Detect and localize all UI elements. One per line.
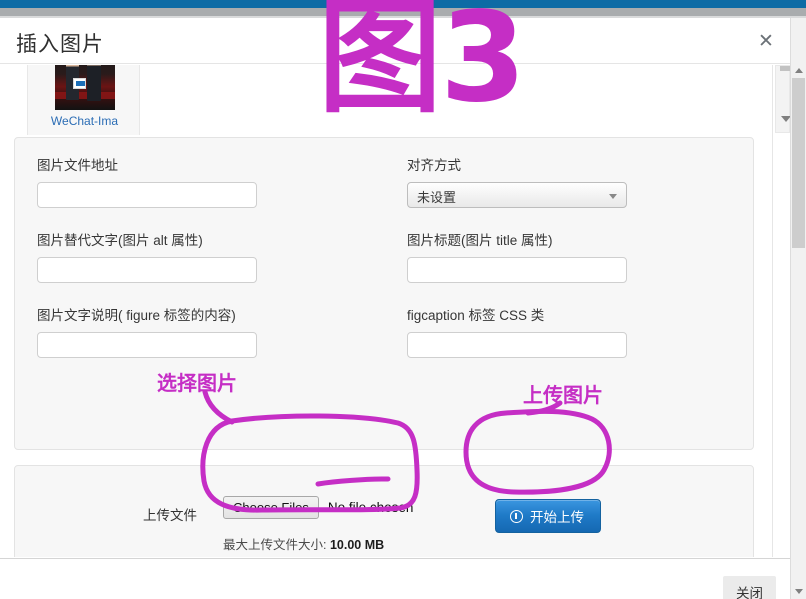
page-scrollbar-thumb[interactable] — [792, 78, 805, 248]
scroll-up-arrow-icon[interactable] — [791, 62, 806, 78]
field-label: 图片替代文字(图片 alt 属性) — [37, 233, 203, 248]
field-image-title: 图片标题(图片 title 属性) — [407, 229, 627, 283]
field-label: figcaption 标签 CSS 类 — [407, 308, 545, 323]
close-button[interactable]: 关闭 — [723, 576, 776, 599]
field-label: 图片标题(图片 title 属性) — [407, 233, 553, 248]
dialog-footer: 关闭 — [0, 558, 790, 599]
image-title-input[interactable] — [407, 257, 627, 283]
upload-row-label: 上传文件 — [143, 508, 197, 523]
browser-top-bar — [0, 0, 806, 8]
field-label: 图片文件地址 — [37, 158, 118, 173]
page-scrollbar[interactable] — [790, 18, 806, 599]
field-figure-caption: 图片文字说明( figure 标签的内容) — [37, 304, 257, 358]
field-label: 对齐方式 — [407, 158, 461, 173]
circle-up-arrow-icon — [510, 509, 523, 523]
page-title: 插入图片 — [16, 33, 104, 56]
choose-files-button[interactable]: Choose Files — [223, 496, 319, 519]
start-upload-label: 开始上传 — [530, 510, 584, 525]
alignment-select[interactable]: 未设置 — [407, 182, 627, 208]
field-figcaption-class: figcaption 标签 CSS 类 — [407, 304, 627, 358]
dialog-header: 插入图片 ✕ — [0, 18, 790, 64]
insert-image-dialog: 插入图片 ✕ WeChat-Ima 图片文件地址 对齐方式 未设置 图片替代文字… — [0, 18, 791, 599]
figure-caption-input[interactable] — [37, 332, 257, 358]
field-alignment: 对齐方式 未设置 — [407, 154, 627, 208]
dialog-scrollbar-track[interactable] — [775, 65, 791, 133]
field-label: 图片文字说明( figure 标签的内容) — [37, 308, 236, 323]
no-file-chosen-text: No file chosen — [327, 500, 414, 515]
max-upload-size-text: 最大上传文件大小: 10.00 MB — [223, 534, 384, 553]
scroll-down-arrow-icon[interactable] — [791, 583, 806, 599]
max-upload-size-prefix: 最大上传文件大小: — [223, 538, 330, 552]
thumbnail-image — [55, 65, 115, 110]
upload-panel: 上传文件 Choose Files No file chosen 最大上传文件大… — [14, 465, 754, 557]
browser-gray-bar — [0, 8, 806, 16]
figcaption-class-input[interactable] — [407, 332, 627, 358]
media-thumbnail-strip: WeChat-Ima — [14, 65, 754, 135]
close-icon[interactable]: ✕ — [755, 30, 777, 52]
image-attributes-panel: 图片文件地址 对齐方式 未设置 图片替代文字(图片 alt 属性) 图片标题(图… — [14, 137, 754, 450]
chevron-down-icon — [609, 194, 617, 199]
dialog-scrollbar[interactable] — [772, 65, 791, 557]
dialog-body: WeChat-Ima 图片文件地址 对齐方式 未设置 图片替代文字(图片 alt… — [0, 65, 790, 557]
alignment-select-value: 未设置 — [417, 190, 457, 205]
screenshot-root: 插入图片 ✕ WeChat-Ima 图片文件地址 对齐方式 未设置 图片替代文字… — [0, 0, 806, 599]
image-url-input[interactable] — [37, 182, 257, 208]
max-upload-size-value: 10.00 MB — [329, 538, 385, 552]
image-alt-input[interactable] — [37, 257, 257, 283]
field-image-alt: 图片替代文字(图片 alt 属性) — [37, 229, 257, 283]
field-image-url: 图片文件地址 — [37, 154, 257, 208]
list-item[interactable]: WeChat-Ima — [27, 65, 140, 135]
thumbnail-label: WeChat-Ima — [50, 114, 119, 128]
file-picker: Choose Files No file chosen — [223, 496, 413, 519]
start-upload-button[interactable]: 开始上传 — [495, 499, 601, 533]
